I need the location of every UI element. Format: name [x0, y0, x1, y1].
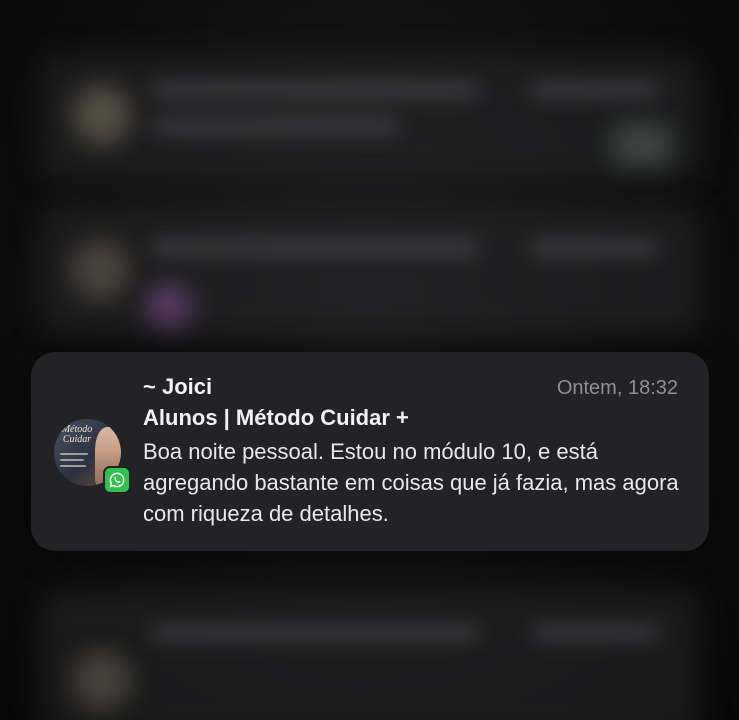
blurred-avatar [72, 650, 132, 710]
blurred-notification-bottom [40, 590, 700, 720]
notification-card[interactable]: Método Cuidar ~ Joici Ontem, 18:32 Aluno… [31, 352, 709, 551]
blurred-text [150, 118, 400, 134]
avatar-label: Método Cuidar [61, 424, 93, 445]
blurred-text [150, 82, 480, 98]
whatsapp-icon [103, 466, 131, 494]
group-name: Alunos | Método Cuidar + [143, 405, 409, 430]
blurred-avatar [70, 240, 130, 300]
blurred-text [150, 625, 480, 641]
sender-name: ~ Joici [143, 374, 213, 399]
blurred-text [530, 240, 660, 256]
avatar-decoration [60, 453, 88, 455]
avatar-decoration [60, 459, 84, 461]
blurred-notification-middle [40, 205, 700, 335]
blurred-text [530, 625, 660, 641]
avatar-decoration [60, 465, 86, 467]
message-text: Boa noite pessoal. Estou no módulo 10, e… [143, 439, 679, 526]
blurred-thumbnail [612, 122, 672, 167]
blurred-avatar [72, 85, 132, 145]
lock-screen: Método Cuidar ~ Joici Ontem, 18:32 Aluno… [0, 0, 739, 720]
timestamp: Ontem, 18:32 [556, 377, 678, 399]
blurred-sticker [145, 282, 193, 330]
blurred-text [530, 82, 660, 98]
blurred-text [150, 240, 480, 256]
